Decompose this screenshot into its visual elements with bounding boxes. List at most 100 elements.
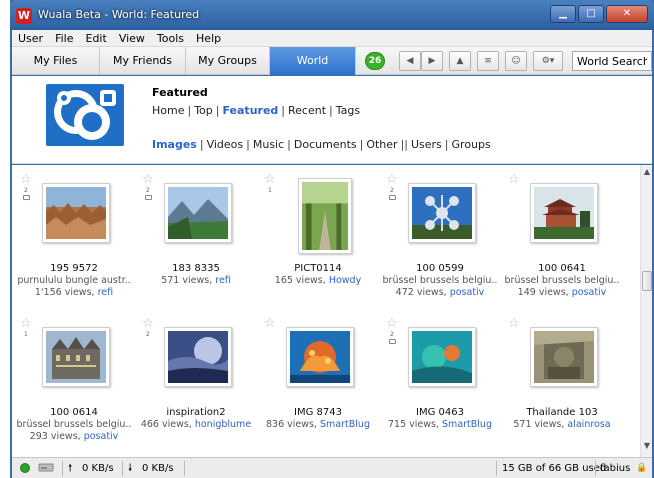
back-icon[interactable]: ◀: [399, 51, 421, 71]
image-thumbnail[interactable]: [408, 183, 476, 243]
nav-tags[interactable]: Tags: [336, 104, 360, 117]
filter-groups[interactable]: Groups: [452, 138, 491, 151]
item-title[interactable]: 183 8335: [136, 263, 256, 274]
nav-top[interactable]: Top: [194, 104, 213, 117]
item-title[interactable]: Thailande 103: [502, 407, 622, 418]
favorite-star-icon[interactable]: ☆: [20, 317, 32, 330]
item-title[interactable]: 100 0641: [502, 263, 622, 274]
favorite-star-icon[interactable]: ☆: [386, 317, 398, 330]
image-thumbnail[interactable]: [164, 183, 232, 243]
gallery-item[interactable]: ☆ 2 inspiration2 466 views, honigblume: [136, 317, 256, 457]
lock-icon: 🔒: [636, 463, 648, 473]
owner-link[interactable]: alainrosa: [567, 419, 610, 430]
owner-link[interactable]: Howdy: [329, 275, 361, 286]
nav-recent[interactable]: Recent: [288, 104, 326, 117]
filter-users[interactable]: Users: [411, 138, 442, 151]
image-thumbnail[interactable]: [530, 183, 598, 243]
image-thumbnail[interactable]: [530, 327, 598, 387]
owner-link[interactable]: SmartBlug: [442, 419, 492, 430]
menu-user[interactable]: User: [12, 30, 49, 46]
comment-icon[interactable]: [23, 195, 30, 200]
owner-link[interactable]: posativ: [450, 287, 485, 298]
filter-documents[interactable]: Documents: [294, 138, 357, 151]
status-bar: 🠕 0 KB/s 🠗 0 KB/s 15 GB of 66 GB used fa…: [12, 457, 652, 478]
details-icon[interactable]: ≡: [477, 51, 499, 71]
favorite-star-icon[interactable]: ☆: [264, 173, 276, 186]
scroll-up-icon[interactable]: ▲: [641, 167, 653, 181]
image-thumbnail[interactable]: [298, 178, 352, 254]
forward-icon[interactable]: ▶: [421, 51, 443, 71]
menu-tools[interactable]: Tools: [151, 30, 190, 46]
gallery-item[interactable]: ☆ 2 100 0599 brüssel brussels belgiu.. 472 v…: [380, 173, 500, 313]
favorite-star-icon[interactable]: ☆: [508, 317, 520, 330]
menu-file[interactable]: File: [49, 30, 79, 46]
owner-link[interactable]: posativ: [84, 431, 119, 442]
filter-music[interactable]: Music: [253, 138, 284, 151]
menu-help[interactable]: Help: [190, 30, 227, 46]
favorite-star-icon[interactable]: ☆: [20, 173, 32, 186]
favorite-star-icon[interactable]: ☆: [264, 317, 276, 330]
scroll-thumb[interactable]: [642, 271, 652, 291]
item-title[interactable]: IMG 8743: [258, 407, 378, 418]
gallery-item[interactable]: ☆ 100 0641 brüssel brussels belgiu.. 149 vi…: [502, 173, 622, 313]
drive-icon[interactable]: [38, 461, 56, 476]
notification-badge[interactable]: 26: [365, 52, 385, 70]
item-title[interactable]: 195 9572: [14, 263, 134, 274]
gallery-item[interactable]: ☆ 2 IMG 0463 715 views, SmartBlug: [380, 317, 500, 457]
maximize-button[interactable]: □: [578, 5, 604, 23]
filter-videos[interactable]: Videos: [207, 138, 244, 151]
owner-link[interactable]: posativ: [572, 287, 607, 298]
world-search-input[interactable]: [572, 51, 652, 71]
filter-other[interactable]: Other: [366, 138, 397, 151]
image-thumbnail[interactable]: [408, 327, 476, 387]
image-thumbnail[interactable]: [286, 327, 354, 387]
menu-edit[interactable]: Edit: [80, 30, 113, 46]
up-icon[interactable]: ▲: [449, 51, 471, 71]
image-thumbnail[interactable]: [164, 327, 232, 387]
nav-home[interactable]: Home: [152, 104, 184, 117]
tab-my-groups[interactable]: My Groups: [186, 47, 270, 75]
tab-world[interactable]: World: [270, 47, 356, 75]
nav-featured[interactable]: Featured: [222, 104, 278, 117]
owner-link[interactable]: refi: [98, 287, 114, 298]
gear-icon[interactable]: ⚙▾: [533, 51, 563, 71]
owner-link[interactable]: refi: [215, 275, 231, 286]
username[interactable]: fabius: [600, 461, 630, 476]
gallery-item[interactable]: ☆ 1 100 0614 brüssel brussels belgiu.. 293 v…: [14, 317, 134, 457]
gallery-item[interactable]: ☆ IMG 8743 836 views, SmartBlug: [258, 317, 378, 457]
item-title[interactable]: 100 0614: [14, 407, 134, 418]
item-title[interactable]: IMG 0463: [380, 407, 500, 418]
filter-images[interactable]: Images: [152, 138, 197, 151]
item-views: 149 views, posativ: [496, 287, 628, 298]
menu-view[interactable]: View: [113, 30, 151, 46]
owner-link[interactable]: honigblume: [195, 419, 251, 430]
favorite-star-icon[interactable]: ☆: [386, 173, 398, 186]
gallery-item[interactable]: ☆ 2 183 8335 571 views, refi: [136, 173, 256, 313]
gallery-item[interactable]: ☆ 2 195 9572 purnululu bungle austr.. 1'156 …: [14, 173, 134, 313]
image-thumbnail[interactable]: [42, 183, 110, 243]
image-thumbnail[interactable]: [42, 327, 110, 387]
tab-my-files[interactable]: My Files: [12, 47, 100, 75]
gallery-item[interactable]: ☆ Thailande 103 571 views, alainrosa: [502, 317, 622, 457]
download-icon: 🠗: [128, 463, 133, 474]
gallery-item[interactable]: ☆ 1 PICT0114 165 views, Howdy: [258, 173, 378, 313]
item-title[interactable]: inspiration2: [136, 407, 256, 418]
close-button[interactable]: ✕: [606, 5, 648, 23]
favorite-star-icon[interactable]: ☆: [142, 317, 154, 330]
type-filter: Images | Videos | Music | Documents | Other || Use…: [152, 138, 491, 151]
item-title[interactable]: PICT0114: [258, 263, 378, 274]
comment-icon[interactable]: [389, 339, 396, 344]
scroll-down-icon[interactable]: ▼: [641, 441, 653, 455]
comment-icon[interactable]: [389, 195, 396, 200]
owner-link[interactable]: SmartBlug: [320, 419, 370, 430]
minimize-button[interactable]: ▁: [550, 5, 576, 23]
tab-my-friends[interactable]: My Friends: [100, 47, 186, 75]
comment-icon[interactable]: [145, 195, 152, 200]
favorite-star-icon[interactable]: ☆: [508, 173, 520, 186]
vertical-scrollbar[interactable]: ▲ ▼: [640, 165, 652, 457]
favorite-star-icon[interactable]: ☆: [142, 173, 154, 186]
title-bar[interactable]: W Wuala Beta - World: Featured ▁ □ ✕: [10, 0, 654, 30]
item-title[interactable]: 100 0599: [380, 263, 500, 274]
app-window: W Wuala Beta - World: Featured ▁ □ ✕ Use…: [10, 0, 654, 478]
people-icon[interactable]: ☺: [505, 51, 527, 71]
